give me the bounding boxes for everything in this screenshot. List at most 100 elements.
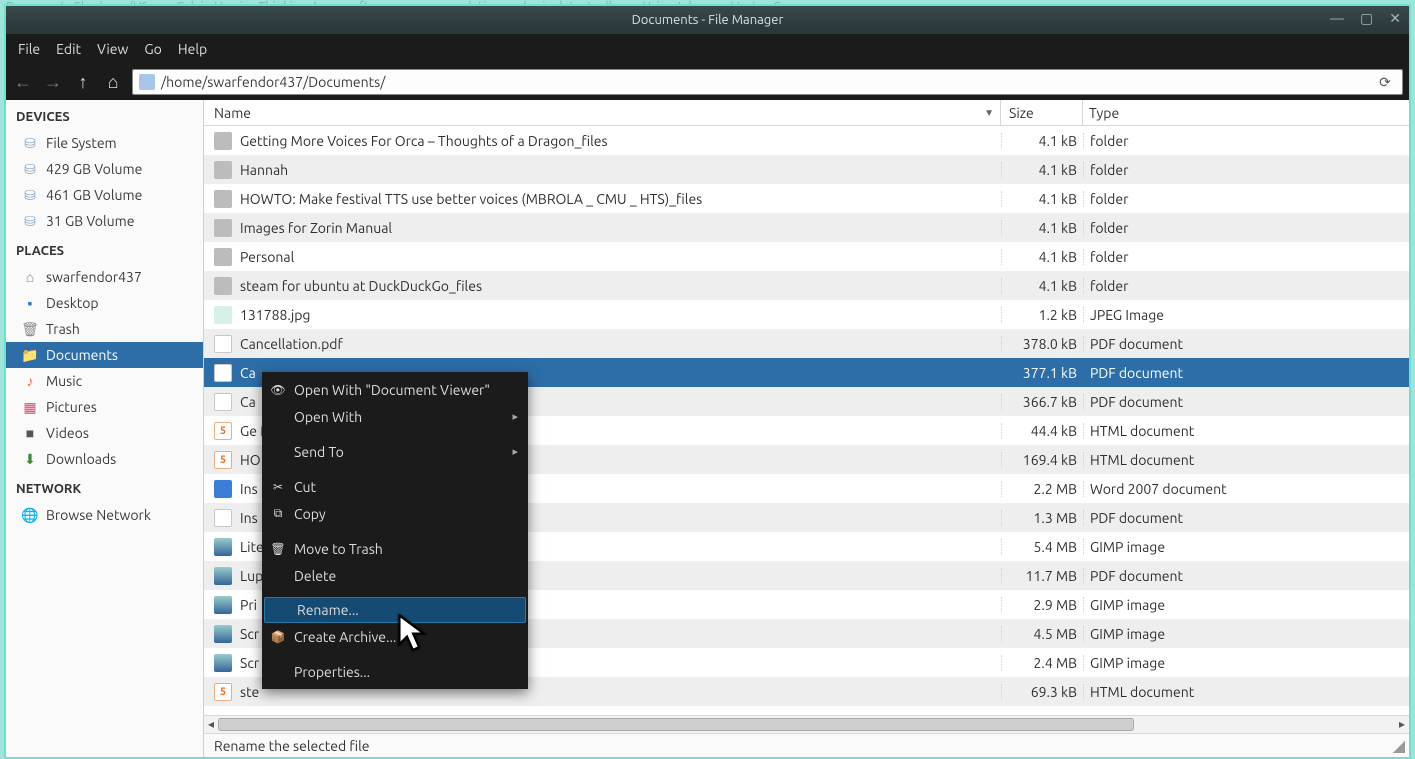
menu-item-open-with[interactable]: Open With <box>262 403 528 430</box>
resize-grip-icon[interactable]: ◢ <box>1393 736 1405 755</box>
path-input[interactable]: /home/swarfendor437/Documents/ ⟳ <box>132 69 1403 95</box>
table-row[interactable]: Getting More Voices For Orca – Thoughts … <box>204 126 1409 155</box>
column-type[interactable]: Type <box>1083 100 1409 125</box>
up-icon[interactable]: ↑ <box>72 71 94 93</box>
menu-item-send-to[interactable]: Send To <box>262 438 528 465</box>
forward-icon[interactable]: → <box>42 71 64 93</box>
column-headers[interactable]: Name▼ Size Type <box>204 100 1409 126</box>
scroll-right-icon[interactable]: ▸ <box>1395 717 1409 731</box>
file-type: PDF document <box>1083 510 1409 526</box>
file-type: folder <box>1083 220 1409 236</box>
file-size: 1.3 MB <box>1001 510 1083 526</box>
menu-item-label: Open With "Document Viewer" <box>294 382 490 398</box>
sidebar-item-31-gb-volume[interactable]: ⛁31 GB Volume <box>6 208 203 234</box>
sidebar-item-browse-network[interactable]: 🌐Browse Network <box>6 502 203 528</box>
scrollbar-thumb[interactable] <box>218 718 1134 731</box>
refresh-icon[interactable]: ⟳ <box>1374 74 1396 91</box>
menu-item-delete[interactable]: Delete <box>262 562 528 589</box>
column-size[interactable]: Size <box>1001 100 1083 125</box>
home-icon[interactable]: ⌂ <box>102 71 124 93</box>
column-name[interactable]: Name▼ <box>204 100 1001 125</box>
menu-item-cut[interactable]: ✂Cut <box>262 473 528 500</box>
file-type: GIMP image <box>1083 655 1409 671</box>
file-manager-window: Documents - File Manager — ▢ ✕ File Edit… <box>4 4 1411 759</box>
menu-item-move-to-trash[interactable]: 🗑Move to Trash <box>262 535 528 562</box>
file-size: 2.4 MB <box>1001 655 1083 671</box>
back-icon[interactable]: ← <box>12 71 34 93</box>
sidebar-item-file-system[interactable]: ⛁File System <box>6 130 203 156</box>
file-type: GIMP image <box>1083 539 1409 555</box>
scroll-left-icon[interactable]: ◂ <box>204 717 218 731</box>
menu-item-open-with-document-viewer[interactable]: 👁 Open With "Document Viewer" <box>262 376 528 403</box>
menu-file[interactable]: File <box>12 37 46 61</box>
menu-item-create-archive[interactable]: 📦Create Archive... <box>262 623 528 650</box>
menu-edit[interactable]: Edit <box>50 37 87 61</box>
file-size: 366.7 kB <box>1001 394 1083 410</box>
table-row[interactable]: Cancellation.pdf378.0 kBPDF document <box>204 329 1409 358</box>
trash-icon: 🗑 <box>22 321 38 337</box>
table-row[interactable]: Personal4.1 kBfolder <box>204 242 1409 271</box>
table-row[interactable]: HOWTO: Make festival TTS use better voic… <box>204 184 1409 213</box>
videos-icon: ■ <box>22 425 38 441</box>
file-type: PDF document <box>1083 336 1409 352</box>
maximize-icon[interactable]: ▢ <box>1360 10 1373 27</box>
table-row[interactable]: Images for Zorin Manual4.1 kBfolder <box>204 213 1409 242</box>
menu-item-label: Move to Trash <box>294 541 383 557</box>
table-row[interactable]: Hannah4.1 kBfolder <box>204 155 1409 184</box>
menu-help[interactable]: Help <box>172 37 213 61</box>
file-name: Ins <box>240 481 258 497</box>
file-size: 4.1 kB <box>1001 278 1083 294</box>
sidebar-item-461-gb-volume[interactable]: ⛁461 GB Volume <box>6 182 203 208</box>
menu-item-properties[interactable]: Properties... <box>262 658 528 685</box>
statusbar: Rename the selected file ◢ <box>204 733 1409 757</box>
pdf-icon <box>214 393 232 411</box>
sidebar-item-swarfendor437[interactable]: ⌂swarfendor437 <box>6 264 203 290</box>
thumb-icon <box>214 538 232 556</box>
html-icon: 5 <box>214 422 232 440</box>
sidebar-item-label: 429 GB Volume <box>46 161 142 177</box>
pdf-icon <box>214 335 232 353</box>
sidebar-item-429-gb-volume[interactable]: ⛁429 GB Volume <box>6 156 203 182</box>
menu-item-label: Rename... <box>297 602 359 618</box>
sidebar-item-documents[interactable]: 📁Documents <box>6 342 203 368</box>
eye-icon: 👁 <box>270 382 286 398</box>
sidebar-item-trash[interactable]: 🗑Trash <box>6 316 203 342</box>
folder-icon <box>214 248 232 266</box>
close-icon[interactable]: ✕ <box>1389 10 1401 27</box>
menu-item-rename[interactable]: Rename... <box>264 597 526 623</box>
menu-view[interactable]: View <box>91 37 134 61</box>
table-row[interactable]: 131788.jpg1.2 kBJPEG Image <box>204 300 1409 329</box>
menu-go[interactable]: Go <box>138 37 167 61</box>
status-text: Rename the selected file <box>214 738 370 754</box>
sidebar-item-pictures[interactable]: ▦Pictures <box>6 394 203 420</box>
blank-icon <box>273 602 289 618</box>
file-type: PDF document <box>1083 394 1409 410</box>
desktop-icon: ▪ <box>22 295 38 311</box>
menubar: File Edit View Go Help <box>6 34 1409 64</box>
archive-icon: 📦 <box>270 629 286 645</box>
file-size: 1.2 kB <box>1001 307 1083 323</box>
horizontal-scrollbar[interactable]: ◂ ▸ <box>204 715 1409 733</box>
titlebar[interactable]: Documents - File Manager — ▢ ✕ <box>6 6 1409 34</box>
minimize-icon[interactable]: — <box>1330 10 1344 27</box>
file-type: folder <box>1083 278 1409 294</box>
drive-icon: ⛁ <box>22 187 38 203</box>
menu-item-label: Properties... <box>294 664 370 680</box>
sidebar-item-music[interactable]: ♪Music <box>6 368 203 394</box>
context-menu[interactable]: 👁 Open With "Document Viewer" Open With Sen… <box>262 372 528 689</box>
menu-item-label: Send To <box>294 444 344 460</box>
downloads-icon: ⬇ <box>22 451 38 467</box>
file-name: Ca <box>240 365 256 381</box>
sidebar-item-label: swarfendor437 <box>46 269 142 285</box>
menu-item-copy[interactable]: ⧉Copy <box>262 500 528 527</box>
sidebar-item-label: Downloads <box>46 451 116 467</box>
network-icon: 🌐 <box>22 507 38 523</box>
table-row[interactable]: steam for ubuntu at DuckDuckGo_files4.1 … <box>204 271 1409 300</box>
sidebar-item-videos[interactable]: ■ Videos <box>6 420 203 446</box>
drive-icon: ⛁ <box>22 213 38 229</box>
sidebar-item-desktop[interactable]: ▪Desktop <box>6 290 203 316</box>
menu-item-label: Copy <box>294 506 326 522</box>
blank-icon <box>270 568 286 584</box>
sidebar-item-label: Videos <box>46 425 89 441</box>
sidebar-item-downloads[interactable]: ⬇ Downloads <box>6 446 203 472</box>
